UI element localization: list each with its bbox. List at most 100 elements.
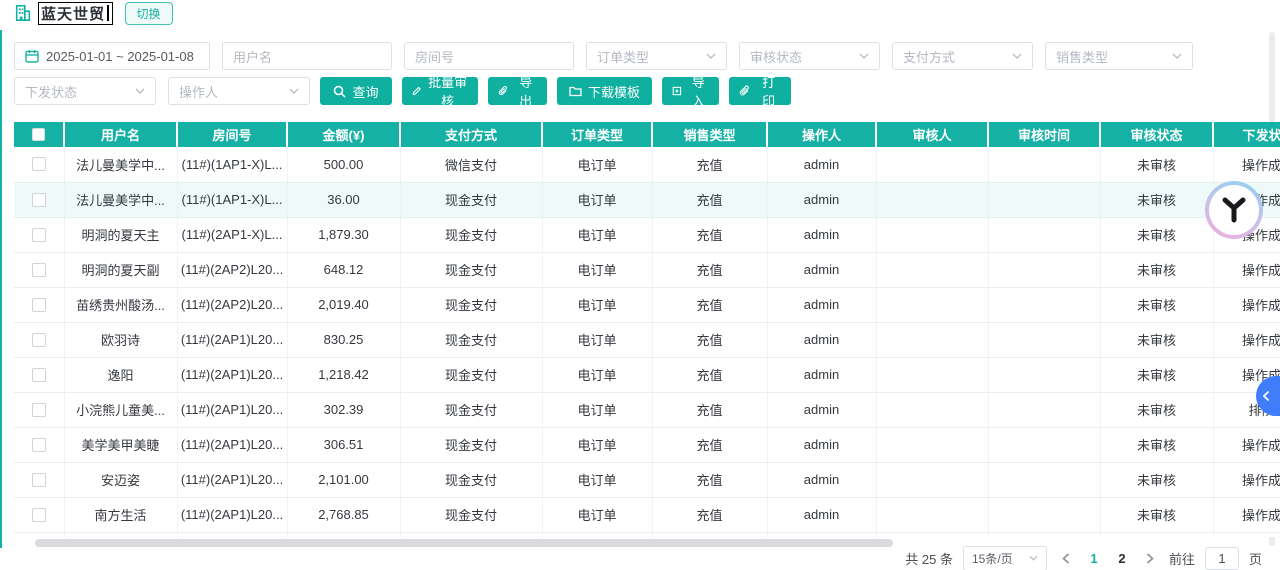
cell-username: 安迈姿 [64,462,177,497]
cell-room: (11#)(2AP1)L20... [177,427,287,462]
cell-pay_method: 现金支付 [400,462,542,497]
row-checkbox[interactable] [32,438,46,452]
pay-method-select[interactable]: 支付方式 [892,42,1033,70]
row-checkbox[interactable] [32,333,46,347]
sales-type-select[interactable]: 销售类型 [1045,42,1193,70]
cell-amount: 1,218.42 [287,357,400,392]
header-pay-method: 支付方式 [400,122,542,147]
row-checkbox[interactable] [32,193,46,207]
cell-dispatch_status: 操作成功 [1213,147,1280,182]
cell-pay_method: 现金支付 [400,287,542,322]
cell-audit_time [988,287,1100,322]
cell-order_type: 电订单 [542,147,652,182]
cell-audit_time [988,252,1100,287]
cell-room: (11#)(2AP2)L20... [177,287,287,322]
operator-placeholder: 操作人 [179,82,218,101]
calendar-icon [25,49,39,63]
cell-operator: admin [767,252,876,287]
cell-username: 美学美甲美睫 [64,427,177,462]
cell-dispatch_status: 操作成功 [1213,462,1280,497]
select-all-checkbox[interactable] [32,128,45,141]
export-button[interactable]: 导出 [488,77,547,105]
cell-audit_status: 未审核 [1100,357,1213,392]
cell-audit_status: 未审核 [1100,217,1213,252]
query-button[interactable]: 查询 [320,77,392,105]
room-input[interactable]: 房间号 [404,42,574,70]
cell-operator: admin [767,322,876,357]
username-input[interactable]: 用户名 [222,42,392,70]
cell-pay_method: 现金支付 [400,392,542,427]
cell-audit_time [988,427,1100,462]
chevron-right-icon [1146,553,1154,564]
cell-order_type: 电订单 [542,392,652,427]
cell-sales_type: 充值 [652,182,767,217]
merchant-title-box[interactable]: 蓝天世贸 [38,2,113,25]
cell-sales_type: 充值 [652,287,767,322]
cell-audit_time [988,532,1100,537]
switch-merchant-button[interactable]: 切换 [125,2,173,25]
order-type-select[interactable]: 订单类型 [586,42,727,70]
cell-auditor [876,252,988,287]
assistant-widget-button[interactable] [1205,181,1263,239]
header-order-type: 订单类型 [542,122,652,147]
next-page-button[interactable] [1141,549,1159,567]
page-size-select[interactable]: 15条/页 [963,546,1047,570]
horizontal-scrollbar-thumb[interactable] [35,539,893,547]
date-range-input[interactable]: 2025-01-01 ~ 2025-01-08 [14,42,210,70]
cell-sales_type: 充值 [652,427,767,462]
cell-pay_method: 微信支付 [400,147,542,182]
download-template-button[interactable]: 下载模板 [557,77,652,105]
export-button-label: 导出 [514,72,537,110]
dispatch-status-placeholder: 下发状态 [25,82,77,101]
row-checkbox[interactable] [32,403,46,417]
table-row: 法儿曼美学中...(11#)(1AP1-X)L...500.00微信支付电订单充… [14,147,1280,182]
cell-room: (11#)(1AP1-X)L... [177,147,287,182]
page-number-1[interactable]: 1 [1085,551,1103,566]
goto-page-input[interactable]: 1 [1205,547,1239,570]
paperclip-icon [498,85,508,97]
cell-sales_type: 充值 [652,532,767,537]
table-row: 明洞的夏天主(11#)(2AP1-X)L...1,879.30现金支付电订单充值… [14,217,1280,252]
cell-auditor [876,322,988,357]
cell-audit_status: 未审核 [1100,147,1213,182]
batch-audit-button[interactable]: 批量审核 [402,77,478,105]
operator-select[interactable]: 操作人 [168,77,310,105]
cell-auditor [876,392,988,427]
row-checkbox[interactable] [32,298,46,312]
cell-operator: admin [767,427,876,462]
import-button-label: 导入 [688,72,709,110]
import-button[interactable]: 导入 [662,77,719,105]
cell-dispatch_status: 操作成功 [1213,532,1280,537]
building-icon [14,4,32,22]
page-number-2[interactable]: 2 [1113,551,1131,566]
dispatch-status-select[interactable]: 下发状态 [14,77,156,105]
cell-amount: 576.30 [287,532,400,537]
cell-room: (11#)(2AP1)L20... [177,357,287,392]
query-button-label: 查询 [352,82,378,101]
header-audit-time: 审核时间 [988,122,1100,147]
cell-audit_time [988,497,1100,532]
cell-audit_status: 未审核 [1100,322,1213,357]
audit-status-select[interactable]: 审核状态 [739,42,880,70]
cell-operator: admin [767,357,876,392]
cell-order_type: 电订单 [542,497,652,532]
row-checkbox[interactable] [32,157,46,171]
cell-audit_time [988,357,1100,392]
row-checkbox[interactable] [32,228,46,242]
cell-operator: admin [767,287,876,322]
cell-pay_method: 现金支付 [400,357,542,392]
header-audit-status: 审核状态 [1100,122,1213,147]
prev-page-button[interactable] [1057,549,1075,567]
cell-room: (11#)(2AP1-X)L... [177,217,287,252]
row-checkbox[interactable] [32,473,46,487]
cell-room: (11#)(2AP1)L20... [177,462,287,497]
print-button[interactable]: 打印 [729,77,791,105]
page-title: 蓝天世贸 [41,3,105,24]
row-checkbox[interactable] [32,263,46,277]
row-checkbox[interactable] [32,368,46,382]
header-operator: 操作人 [767,122,876,147]
cell-username: 苗绣贵州酸汤... [64,287,177,322]
cell-audit_status: 未审核 [1100,287,1213,322]
cell-amount: 2,101.00 [287,462,400,497]
row-checkbox[interactable] [32,508,46,522]
